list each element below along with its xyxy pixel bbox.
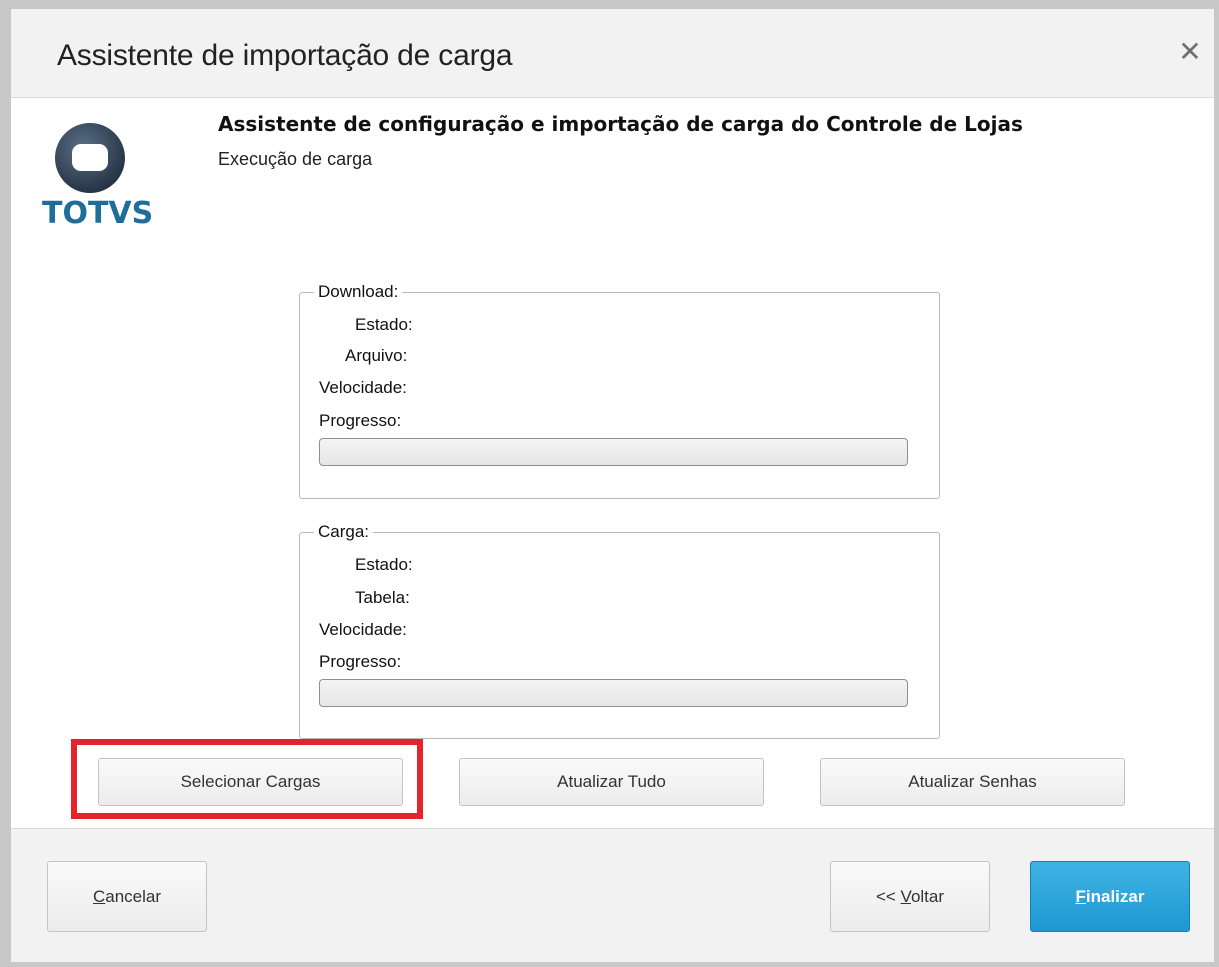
finalizar-mnemonic: F xyxy=(1075,887,1086,906)
carga-group: Carga: Estado: Tabela: Velocidade: Progr… xyxy=(299,522,940,739)
atualizar-tudo-button[interactable]: Atualizar Tudo xyxy=(459,758,764,806)
atualizar-senhas-label: Atualizar Senhas xyxy=(908,772,1037,791)
cancelar-mnemonic: C xyxy=(92,887,106,906)
download-arquivo-label: Arquivo: xyxy=(345,346,408,365)
close-icon[interactable]: ✕ xyxy=(1175,37,1205,67)
cancelar-label-rest: ancelar xyxy=(105,887,162,906)
voltar-mnemonic: V xyxy=(900,887,911,906)
atualizar-tudo-label: Atualizar Tudo xyxy=(557,772,666,791)
download-velocidade-label: Velocidade: xyxy=(319,378,407,397)
dialog-titlebar: Assistente de importação de carga ✕ xyxy=(11,9,1214,98)
wizard-heading: Assistente de configuração e importação … xyxy=(218,112,1023,136)
logo-text: TOTVS xyxy=(42,196,154,231)
carga-velocidade-label: Velocidade: xyxy=(319,620,407,639)
window-frame-top xyxy=(0,0,1219,9)
atualizar-senhas-button[interactable]: Atualizar Senhas xyxy=(820,758,1125,806)
finalizar-button[interactable]: Finalizar xyxy=(1030,861,1190,932)
carga-estado-label: Estado: xyxy=(355,555,413,574)
window-frame-right xyxy=(1214,0,1219,967)
voltar-label-rest: oltar xyxy=(910,887,945,906)
highlight-box xyxy=(71,739,423,819)
download-group: Download: Estado: Arquivo: Velocidade: P… xyxy=(299,282,940,499)
finalizar-label-rest: inalizar xyxy=(1085,887,1145,906)
dialog-title: Assistente de importação de carga xyxy=(57,39,513,72)
download-legend: Download: xyxy=(314,282,403,302)
cancelar-button[interactable]: Cancelar xyxy=(47,861,207,932)
wizard-subheading: Execução de carga xyxy=(218,149,373,169)
download-progresso-label: Progresso: xyxy=(319,411,402,430)
voltar-prefix: << xyxy=(875,887,901,906)
carga-progress-bar xyxy=(319,679,908,707)
window-frame-left xyxy=(0,0,11,967)
carga-progresso-label: Progresso: xyxy=(319,652,402,671)
carga-tabela-label: Tabela: xyxy=(355,588,410,607)
carga-legend: Carga: xyxy=(314,522,374,542)
download-estado-label: Estado: xyxy=(355,315,413,334)
download-progress-bar xyxy=(319,438,908,466)
voltar-button[interactable]: << Voltar xyxy=(830,861,990,932)
import-wizard-dialog: Assistente de importação de carga ✕ TOTV… xyxy=(0,0,1219,967)
